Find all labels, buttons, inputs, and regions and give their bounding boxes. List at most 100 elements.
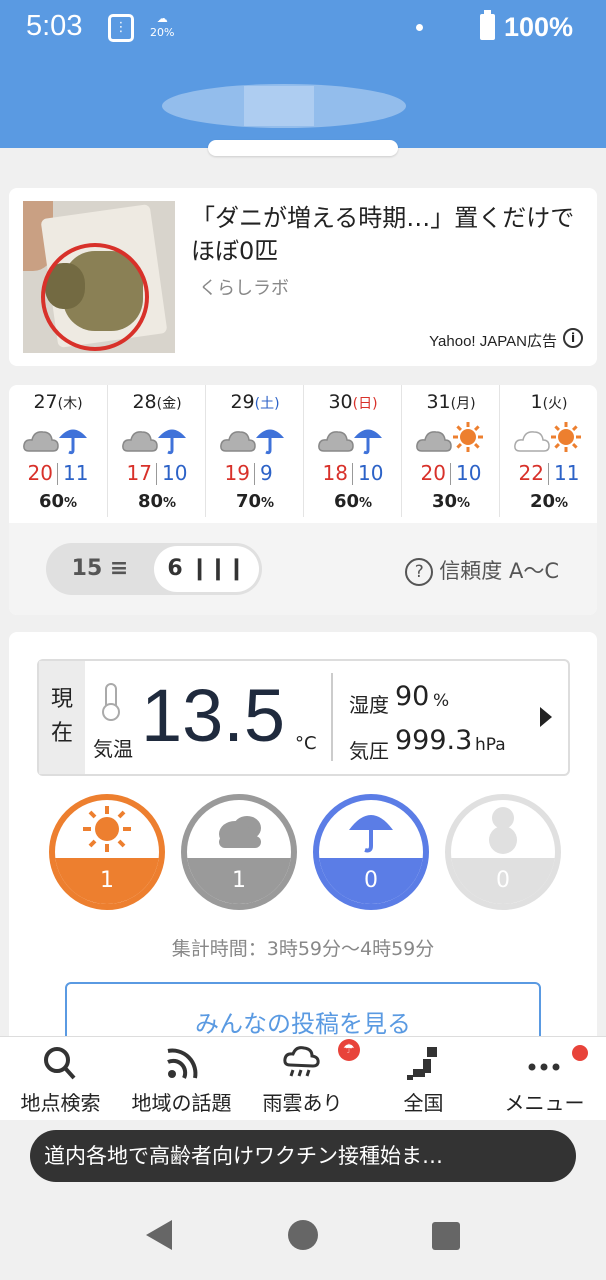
back-icon[interactable] [146,1220,172,1250]
vote-sunny-button[interactable]: 1 [49,794,165,910]
temp-separator [254,463,255,485]
current-weather-card: 現 在 気温 13.5 °C 湿度 90 % 気圧 999.3 hPa 1 1 [9,632,597,1052]
ad-label: Yahoo! JAPAN広告 [429,333,557,350]
cloud-sun-icon [514,422,581,452]
ad-image [23,201,175,353]
japan-map-icon [407,1047,437,1080]
vote-snowy-button[interactable]: 0 [445,794,561,910]
forecast-pop: 60% [9,491,107,512]
info-icon[interactable]: i [563,328,583,348]
vote-snowy-count: 0 [496,868,510,893]
forecast-pop: 20% [500,491,598,512]
more-dots-icon [528,1063,560,1071]
reliability-link[interactable]: ? 信頼度 A〜C [405,555,559,586]
forecast-pop-value: 70 [235,491,262,512]
rss-icon [167,1048,198,1079]
forecast-high: 19 [224,461,250,485]
sun-icon [83,806,131,852]
nav-rain[interactable]: ☂ 雨雲あり [242,1037,363,1121]
forecast-day-number: 30 [328,391,353,413]
ad-source: くらしラボ [199,278,289,299]
rain-cloud-icon [283,1046,320,1077]
nav-rain-label: 雨雲あり [262,1091,343,1115]
forecast-low: 10 [456,461,482,485]
forecast-day[interactable]: 29(土) 19 9 70% [205,385,303,517]
forecast-day[interactable]: 1(火) 22 11 20% [499,385,597,517]
forecast-weekday: (木) [57,396,83,412]
temp-separator [156,463,157,485]
recent-apps-icon[interactable] [432,1222,460,1250]
toggle-15-days[interactable]: 15 ≡ [46,543,154,595]
vote-rainy-count: 0 [364,868,378,893]
aggregate-time: 集計時間：3時59分〜4時59分 [171,938,435,960]
pull-tab[interactable] [208,140,398,156]
forecast-pop-unit: % [261,496,275,511]
forecast-pop-unit: % [555,496,569,511]
thermometer-icon [102,683,120,721]
status-bar: 5:03 ⋮ ☁ 20% 100% [0,0,606,60]
nav-national-label: 全国 [403,1091,444,1115]
vote-sunny-count: 1 [100,868,114,893]
news-toast[interactable]: 道内各地で高齢者向けワクチン接種始ま… [30,1130,576,1182]
forecast-day[interactable]: 30(日) 18 10 60% [303,385,401,517]
nav-national[interactable]: 全国 [363,1037,484,1121]
forecast-pop-value: 30 [431,491,458,512]
forecast-day[interactable]: 28(金) 17 10 80% [107,385,205,517]
forecast-weekday: (月) [450,396,476,412]
current-temp: 13.5 [141,674,286,757]
forecast-low: 11 [63,461,89,485]
forecast-pop: 60% [304,491,402,512]
notification-app-icon: ⋮ [108,14,134,42]
forecast-pop-value: 80 [137,491,164,512]
forecast-pop: 30% [402,491,500,512]
nav-topics[interactable]: 地域の話題 [121,1037,242,1121]
forecast-pop-unit: % [359,496,373,511]
forecast-high: 17 [126,461,152,485]
forecast-day[interactable]: 31(月) 20 10 30% [401,385,499,517]
nav-topics-label: 地域の話題 [131,1091,232,1115]
ad-title[interactable]: 「ダニが増える時期…」置くだけでほぼ0匹 [191,202,581,268]
forecast-pop-unit: % [457,496,471,511]
forecast-weekday: (土) [254,396,280,412]
status-weather-pct: 20% [150,26,175,39]
forecast-pop-unit: % [64,496,78,511]
nav-menu[interactable]: メニュー [484,1037,605,1121]
status-weather-icon: ☁ 20% [150,12,175,39]
toggle-6-days[interactable]: 6 ❙❙❙ [154,546,259,592]
forecast-toggle-row: 15 ≡ 6 ❙❙❙ ? 信頼度 A〜C [9,523,597,615]
vote-cloudy-button[interactable]: 1 [181,794,297,910]
forecast-pop-value: 20 [529,491,556,512]
search-icon [44,1047,76,1080]
forecast-low: 11 [554,461,580,485]
app-header: 5:03 ⋮ ☁ 20% 100% [0,0,606,148]
forecast-day-number: 27 [33,391,58,413]
cloud-rain-icon [122,429,186,455]
forecast-day-number: 1 [530,391,543,413]
forecast-high: 22 [518,461,544,485]
toggle-6-label: 6 [167,556,183,581]
forecast-pop: 70% [206,491,304,512]
forecast-pop: 80% [108,491,206,512]
forecast-strip[interactable]: 27(木) 20 11 60% 28(金) 17 10 80% 29(土) 19 9 70% 30(日)… [9,385,597,521]
temp-label: 気温 [93,737,133,761]
temp-unit: °C [295,733,317,754]
temp-separator [352,463,353,485]
forecast-day-number: 28 [132,391,157,413]
current-observation[interactable]: 現 在 気温 13.5 °C 湿度 90 % 気圧 999.3 hPa [37,659,570,776]
home-icon[interactable] [288,1220,318,1250]
divider [331,673,333,761]
vote-rainy-button[interactable]: 0 [313,794,429,910]
forecast-range-toggle[interactable]: 15 ≡ 6 ❙❙❙ [46,543,262,595]
temp-separator [548,463,549,485]
ad-card[interactable]: 「ダニが増える時期…」置くだけでほぼ0匹 くらしラボ Yahoo! JAPAN広… [9,188,597,366]
forecast-day-number: 29 [230,391,255,413]
forecast-high: 20 [27,461,53,485]
forecast-date: 29(土) [206,391,304,413]
forecast-day[interactable]: 27(木) 20 11 60% [9,385,107,517]
forecast-low: 10 [162,461,188,485]
forecast-date: 27(木) [9,391,107,413]
forecast-weekday: (火) [542,396,568,412]
nav-search[interactable]: 地点検索 [0,1037,121,1121]
nav-search-label: 地点検索 [20,1091,101,1115]
forecast-low: 9 [260,461,273,485]
